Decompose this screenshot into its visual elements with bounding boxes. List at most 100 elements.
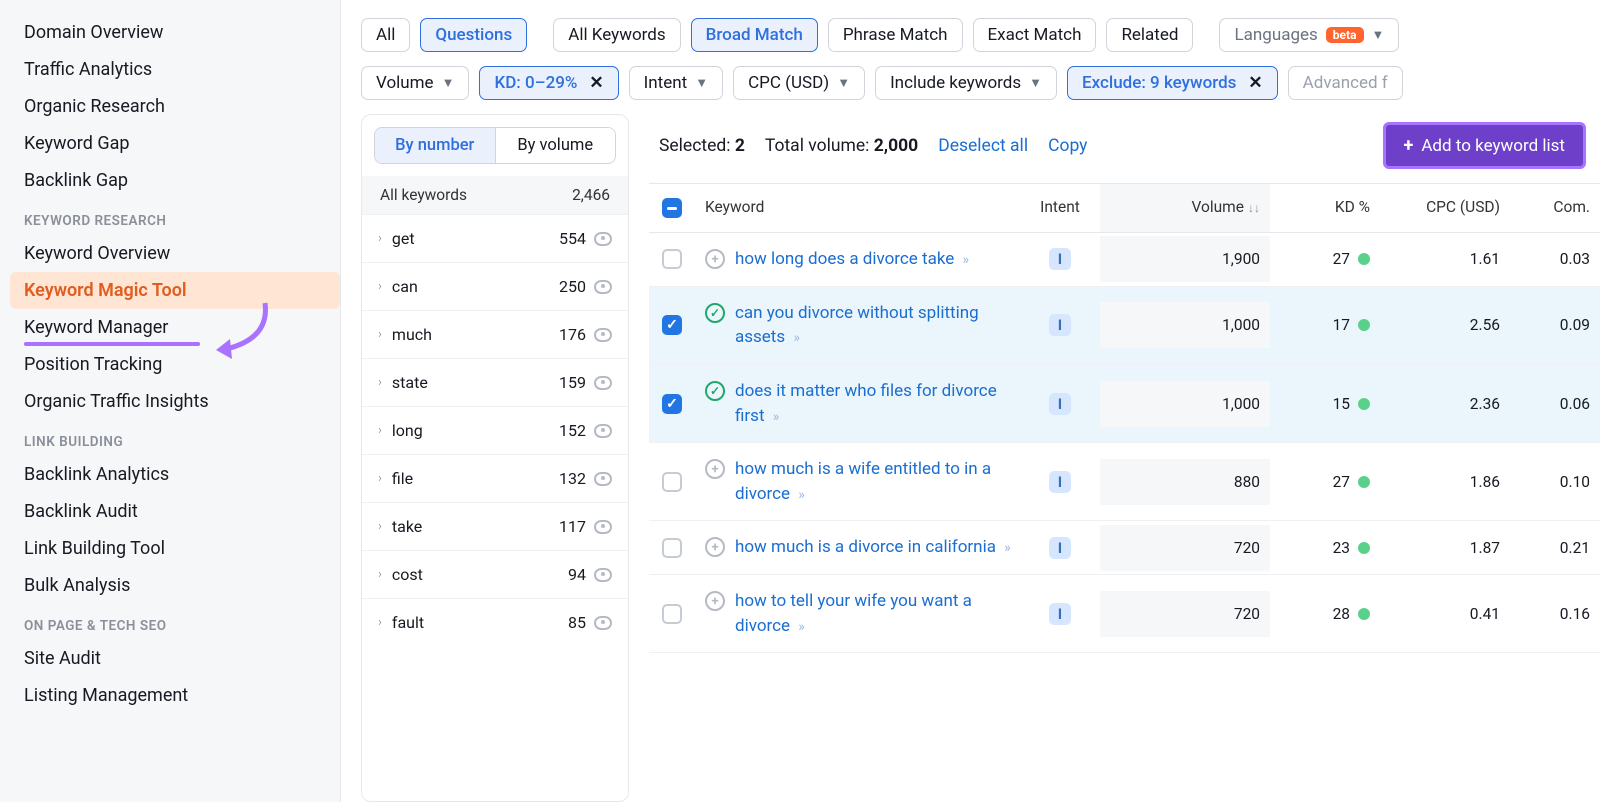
eye-icon[interactable] bbox=[594, 472, 612, 486]
filter-volume[interactable]: Volume ▼ bbox=[361, 66, 469, 100]
group-row[interactable]: ›fault 85 bbox=[362, 598, 628, 646]
filter-match-phrase[interactable]: Phrase Match bbox=[828, 18, 963, 52]
group-row[interactable]: ›take 117 bbox=[362, 502, 628, 550]
nav-backlink-gap[interactable]: Backlink Gap bbox=[10, 162, 340, 199]
nav-backlink-analytics[interactable]: Backlink Analytics bbox=[10, 456, 340, 493]
nav-domain-overview[interactable]: Domain Overview bbox=[10, 14, 340, 51]
col-com[interactable]: Com. bbox=[1510, 184, 1600, 232]
check-circle-icon: ✓ bbox=[705, 381, 725, 401]
eye-icon[interactable] bbox=[594, 328, 612, 342]
eye-icon[interactable] bbox=[594, 280, 612, 294]
chevron-right-icon: › bbox=[378, 423, 382, 438]
filter-kd[interactable]: KD: 0–29% ✕ bbox=[479, 66, 618, 100]
keyword-link[interactable]: does it matter who files for divorce fir… bbox=[735, 379, 1010, 428]
group-row[interactable]: ›file 132 bbox=[362, 454, 628, 502]
keyword-link[interactable]: how to tell your wife you want a divorce… bbox=[735, 589, 1010, 638]
close-icon[interactable]: ✕ bbox=[1244, 73, 1262, 93]
filter-cpc[interactable]: CPC (USD) ▼ bbox=[733, 66, 865, 100]
filter-languages[interactable]: Languages beta ▼ bbox=[1219, 18, 1399, 52]
nav-link-building-tool[interactable]: Link Building Tool bbox=[10, 530, 340, 567]
selected-counter: Selected: 2 bbox=[659, 136, 745, 156]
table-row: + how much is a wife entitled to in a div… bbox=[649, 443, 1600, 521]
nav-keyword-gap[interactable]: Keyword Gap bbox=[10, 125, 340, 162]
filter-match-exact[interactable]: Exact Match bbox=[973, 18, 1097, 52]
row-checkbox[interactable] bbox=[662, 472, 682, 492]
row-checkbox[interactable] bbox=[662, 394, 682, 414]
chevron-right-icon: › bbox=[378, 471, 382, 486]
nav-keyword-magic-tool[interactable]: Keyword Magic Tool bbox=[10, 272, 340, 309]
chevron-right-icon: › bbox=[378, 231, 382, 246]
group-row[interactable]: ›can 250 bbox=[362, 262, 628, 310]
nav-traffic-analytics[interactable]: Traffic Analytics bbox=[10, 51, 340, 88]
row-checkbox[interactable] bbox=[662, 538, 682, 558]
cell-kd: 15 bbox=[1280, 395, 1370, 413]
sort-by-number[interactable]: By number bbox=[375, 128, 495, 163]
row-checkbox[interactable] bbox=[662, 315, 682, 335]
deselect-all-link[interactable]: Deselect all bbox=[938, 136, 1028, 156]
row-checkbox[interactable] bbox=[662, 604, 682, 624]
check-circle-icon: ✓ bbox=[705, 303, 725, 323]
nav-heading-onpage: ON PAGE & TECH SEO bbox=[10, 604, 340, 640]
add-circle-icon[interactable]: + bbox=[705, 591, 725, 611]
filter-match-all-keywords[interactable]: All Keywords bbox=[553, 18, 680, 52]
filter-intent-label: Intent bbox=[644, 73, 688, 93]
eye-icon[interactable] bbox=[594, 568, 612, 582]
keyword-link[interactable]: how much is a divorce in california » bbox=[735, 535, 1009, 560]
nav-site-audit[interactable]: Site Audit bbox=[10, 640, 340, 677]
add-circle-icon[interactable]: + bbox=[705, 249, 725, 269]
chevron-down-icon: ▼ bbox=[695, 75, 708, 91]
add-circle-icon[interactable]: + bbox=[705, 537, 725, 557]
filter-exclude[interactable]: Exclude: 9 keywords ✕ bbox=[1067, 66, 1278, 100]
close-icon[interactable]: ✕ bbox=[585, 73, 603, 93]
keyword-link[interactable]: can you divorce without splitting assets… bbox=[735, 301, 1010, 350]
add-circle-icon[interactable]: + bbox=[705, 459, 725, 479]
filter-include[interactable]: Include keywords ▼ bbox=[875, 66, 1057, 100]
intent-badge: I bbox=[1049, 314, 1071, 336]
group-label: state bbox=[392, 373, 428, 392]
filter-match-related[interactable]: Related bbox=[1106, 18, 1193, 52]
add-to-keyword-list-button[interactable]: + Add to keyword list bbox=[1383, 122, 1586, 169]
nav-keyword-overview[interactable]: Keyword Overview bbox=[10, 235, 340, 272]
eye-icon[interactable] bbox=[594, 232, 612, 246]
eye-icon[interactable] bbox=[594, 520, 612, 534]
nav-organic-traffic-insights[interactable]: Organic Traffic Insights bbox=[10, 383, 340, 420]
keyword-link[interactable]: how much is a wife entitled to in a divo… bbox=[735, 457, 1010, 506]
col-kd[interactable]: KD % bbox=[1270, 184, 1380, 232]
select-all-checkbox[interactable] bbox=[662, 198, 682, 218]
filter-volume-label: Volume bbox=[376, 73, 434, 93]
nav-listing-management[interactable]: Listing Management bbox=[10, 677, 340, 714]
filter-type-all[interactable]: All bbox=[361, 18, 410, 52]
eye-icon[interactable] bbox=[594, 616, 612, 630]
keyword-link[interactable]: how long does a divorce take » bbox=[735, 247, 967, 272]
eye-icon[interactable] bbox=[594, 376, 612, 390]
row-checkbox[interactable] bbox=[662, 249, 682, 269]
group-row[interactable]: ›much 176 bbox=[362, 310, 628, 358]
chevron-right-icon: › bbox=[378, 279, 382, 294]
group-label: long bbox=[392, 421, 423, 440]
group-row[interactable]: ›cost 94 bbox=[362, 550, 628, 598]
filter-match-broad[interactable]: Broad Match bbox=[691, 18, 818, 52]
group-row[interactable]: ›get 554 bbox=[362, 214, 628, 262]
nav-backlink-audit[interactable]: Backlink Audit bbox=[10, 493, 340, 530]
col-cpc[interactable]: CPC (USD) bbox=[1380, 184, 1510, 232]
col-intent[interactable]: Intent bbox=[1020, 184, 1100, 232]
cell-cpc: 1.87 bbox=[1380, 525, 1510, 571]
eye-icon[interactable] bbox=[594, 424, 612, 438]
difficulty-dot-icon bbox=[1358, 253, 1370, 265]
group-row[interactable]: › long 152 bbox=[362, 406, 628, 454]
nav-organic-research[interactable]: Organic Research bbox=[10, 88, 340, 125]
col-keyword[interactable]: Keyword bbox=[695, 184, 1020, 232]
nav-bulk-analysis[interactable]: Bulk Analysis bbox=[10, 567, 340, 604]
col-volume[interactable]: Volume↓↓ bbox=[1100, 184, 1270, 232]
filter-type-questions[interactable]: Questions bbox=[420, 18, 527, 52]
filter-advanced[interactable]: Advanced f bbox=[1288, 66, 1403, 100]
copy-link[interactable]: Copy bbox=[1048, 136, 1087, 156]
chevrons-right-icon: » bbox=[963, 252, 968, 268]
cell-cpc: 1.61 bbox=[1380, 236, 1510, 282]
group-row[interactable]: ›state 159 bbox=[362, 358, 628, 406]
nav-position-tracking[interactable]: Position Tracking bbox=[10, 346, 340, 383]
filter-intent[interactable]: Intent ▼ bbox=[629, 66, 723, 100]
sort-by-volume[interactable]: By volume bbox=[495, 128, 616, 163]
group-count: 152 bbox=[559, 421, 586, 440]
nav-keyword-manager[interactable]: Keyword Manager bbox=[10, 309, 340, 346]
